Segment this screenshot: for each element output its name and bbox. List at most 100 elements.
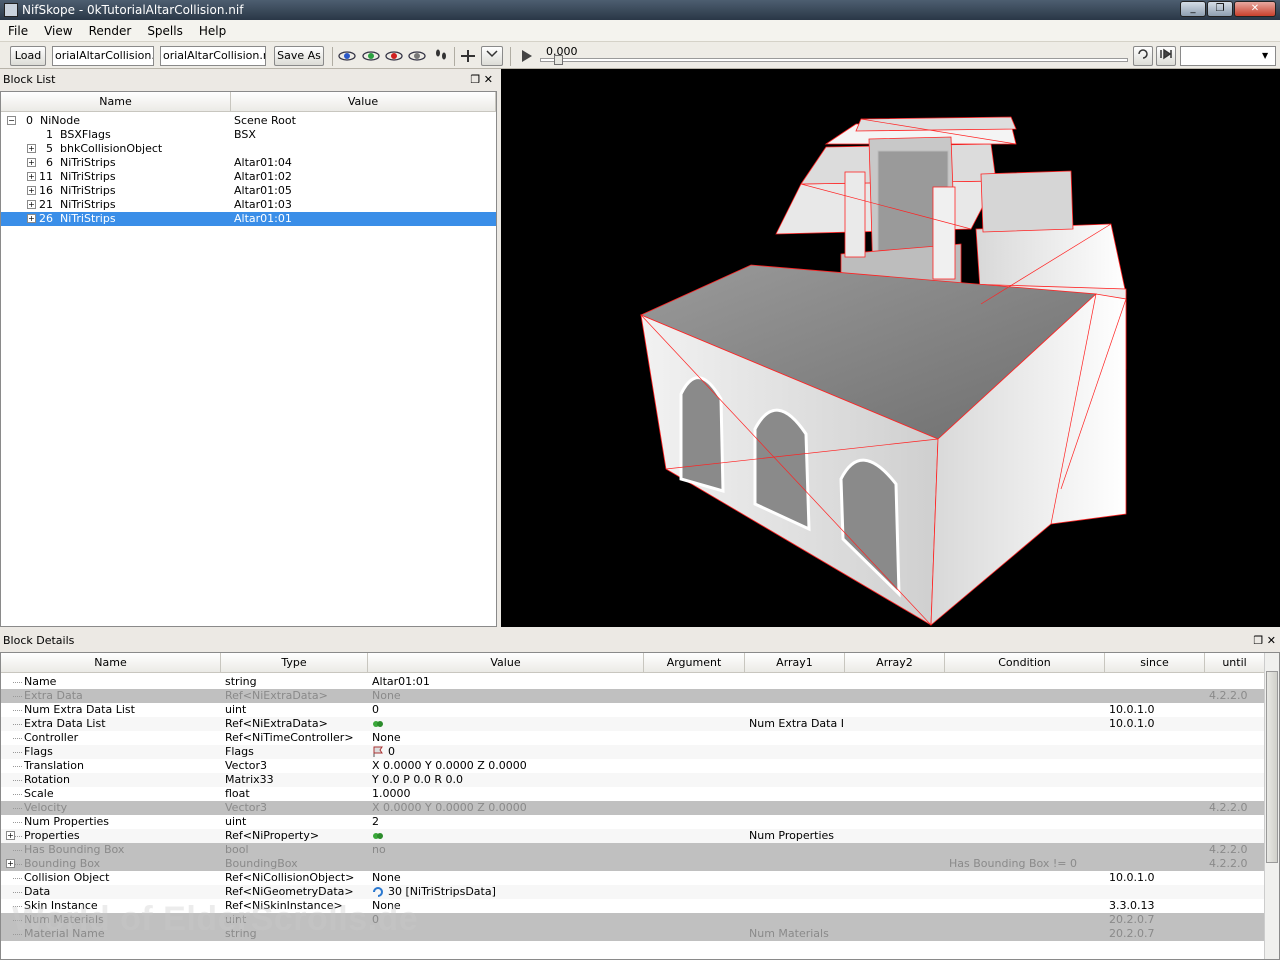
col-condition[interactable]: Condition	[945, 653, 1105, 673]
expand-icon[interactable]: +	[6, 831, 15, 840]
minimize-button[interactable]: _	[1180, 1, 1206, 17]
detail-row[interactable]: Has Bounding Box bool no 4.2.2.0	[1, 843, 1265, 857]
cell-value[interactable]: None	[372, 871, 642, 885]
cell-value[interactable]: None	[372, 689, 642, 703]
close-icon[interactable]: ✕	[484, 73, 493, 86]
menu-help[interactable]: Help	[191, 24, 234, 38]
detail-row[interactable]: Collision Object Ref<NiCollisionObject> No…	[1, 871, 1265, 885]
cell-type: string	[225, 675, 257, 688]
tree-row[interactable]: +6 NiTriStrips Altar01:04	[1, 156, 496, 170]
detail-row[interactable]: Extra Data List Ref<NiExtraData> Num Extra…	[1, 717, 1265, 731]
3d-viewport[interactable]	[501, 69, 1280, 627]
detail-row[interactable]: Rotation Matrix33 Y 0.0 P 0.0 R 0.0	[1, 773, 1265, 787]
detail-row[interactable]: Scale float 1.0000	[1, 787, 1265, 801]
col-array1[interactable]: Array1	[745, 653, 845, 673]
detail-row[interactable]: Name string Altar01:01	[1, 675, 1265, 689]
cell-type: float	[225, 787, 250, 800]
eye-red-icon[interactable]	[385, 48, 403, 64]
eye-gray-icon[interactable]	[408, 48, 426, 64]
cell-value[interactable]: Altar01:01	[372, 675, 642, 689]
col-name[interactable]: Name	[1, 92, 231, 112]
tree-row[interactable]: +21 NiTriStrips Altar01:03	[1, 198, 496, 212]
tree-row[interactable]: +5 bhkCollisionObject	[1, 142, 496, 156]
cell-value[interactable]: 0	[372, 703, 642, 717]
detail-row[interactable]: Num Properties uint 2	[1, 815, 1265, 829]
time-slider-thumb[interactable]	[554, 55, 563, 65]
float-icon[interactable]: ❐	[1253, 634, 1263, 647]
block-value: Altar01:01	[234, 212, 292, 225]
tree-row[interactable]: −0 NiNode Scene Root	[1, 114, 496, 128]
cell-since: 20.2.0.7	[1109, 927, 1155, 940]
tree-line	[13, 794, 22, 795]
detail-row[interactable]: Controller Ref<NiTimeController> None	[1, 731, 1265, 745]
menu-view[interactable]: View	[36, 24, 80, 38]
cell-value[interactable]: 1.0000	[372, 787, 642, 801]
tree-line	[13, 878, 22, 879]
tree-line	[13, 724, 22, 725]
float-icon[interactable]: ❐	[470, 73, 480, 86]
close-icon[interactable]: ✕	[1267, 634, 1276, 647]
cell-value[interactable]: 2	[372, 815, 642, 829]
close-button[interactable]: ✕	[1234, 1, 1276, 17]
scrollbar-thumb[interactable]	[1266, 671, 1278, 863]
cell-value[interactable]: no	[372, 843, 642, 857]
details-scrollbar[interactable]	[1264, 653, 1279, 959]
cell-until: 4.2.2.0	[1209, 689, 1248, 702]
load-button[interactable]: Load	[10, 46, 46, 66]
cell-until: 4.2.2.0	[1209, 843, 1248, 856]
detail-row[interactable]: Translation Vector3 X 0.0000 Y 0.0000 Z 0.…	[1, 759, 1265, 773]
detail-row[interactable]: Extra Data Ref<NiExtraData> None 4.2.2.0	[1, 689, 1265, 703]
col-value[interactable]: Value	[231, 92, 496, 112]
cell-value[interactable]: 30 [NiTriStripsData]	[388, 885, 642, 899]
menu-file[interactable]: File	[0, 24, 36, 38]
cell-name: Controller	[24, 731, 79, 744]
block-name: NiTriStrips	[60, 198, 116, 211]
loop-button[interactable]	[1133, 46, 1153, 66]
tree-row[interactable]: +26 NiTriStrips Altar01:01	[1, 212, 496, 226]
detail-row[interactable]: Velocity Vector3 X 0.0000 Y 0.0000 Z 0.000…	[1, 801, 1265, 815]
col-name[interactable]: Name	[1, 653, 221, 673]
cell-value[interactable]: None	[372, 731, 642, 745]
tree-row[interactable]: 1 BSXFlags BSX	[1, 128, 496, 142]
eye-blue-icon[interactable]	[338, 48, 356, 64]
block-value: Altar01:03	[234, 198, 292, 211]
cell-name: Flags	[24, 745, 53, 758]
cell-type: Ref<NiCollisionObject>	[225, 871, 355, 884]
col-type[interactable]: Type	[221, 653, 368, 673]
eye-green-icon[interactable]	[362, 48, 380, 64]
block-list-tree[interactable]: Name Value −0 NiNode Scene Root 1 BSXFlags BS…	[0, 91, 497, 627]
detail-row[interactable]: Data Ref<NiGeometryData> 30 [NiTriStripsDa…	[1, 885, 1265, 899]
block-number: 26	[39, 212, 53, 225]
col-value[interactable]: Value	[368, 653, 644, 673]
axes-icon[interactable]	[459, 48, 477, 64]
col-array2[interactable]: Array2	[845, 653, 945, 673]
menu-spells[interactable]: Spells	[139, 24, 191, 38]
cell-type: BoundingBox	[225, 857, 298, 870]
col-since[interactable]: since	[1105, 653, 1205, 673]
load-file-field[interactable]: orialAltarCollision.nif	[52, 46, 154, 66]
save-file-field[interactable]: orialAltarCollision.nif	[160, 46, 266, 66]
menu-render[interactable]: Render	[81, 24, 140, 38]
save-as-button[interactable]: Save As	[274, 46, 324, 66]
cell-array1: Num Properties	[749, 829, 835, 842]
col-until[interactable]: until	[1205, 653, 1265, 673]
maximize-button[interactable]: ❐	[1207, 1, 1233, 17]
detail-row[interactable]: Flags Flags 0	[1, 745, 1265, 759]
time-slider-track[interactable]	[540, 58, 1128, 62]
block-name: NiTriStrips	[60, 156, 116, 169]
cell-value[interactable]: X 0.0000 Y 0.0000 Z 0.0000	[372, 801, 642, 815]
footprints-icon[interactable]	[432, 48, 450, 64]
switch-button[interactable]	[1156, 46, 1176, 66]
cell-value[interactable]: 0	[388, 745, 642, 759]
detail-row[interactable]: Num Extra Data List uint 0 10.0.1.0	[1, 703, 1265, 717]
expand-icon[interactable]: +	[6, 859, 15, 868]
cell-value[interactable]: X 0.0000 Y 0.0000 Z 0.0000	[372, 759, 642, 773]
col-argument[interactable]: Argument	[644, 653, 745, 673]
detail-row[interactable]: + Properties Ref<NiProperty> Num Properties	[1, 829, 1265, 843]
view-dropdown-button[interactable]	[481, 46, 503, 66]
cell-value[interactable]: Y 0.0 P 0.0 R 0.0	[372, 773, 642, 787]
detail-row[interactable]: + Bounding Box BoundingBox Has Bounding Box…	[1, 857, 1265, 871]
play-icon[interactable]	[518, 48, 536, 64]
tree-row[interactable]: +11 NiTriStrips Altar01:02	[1, 170, 496, 184]
tree-row[interactable]: +16 NiTriStrips Altar01:05	[1, 184, 496, 198]
